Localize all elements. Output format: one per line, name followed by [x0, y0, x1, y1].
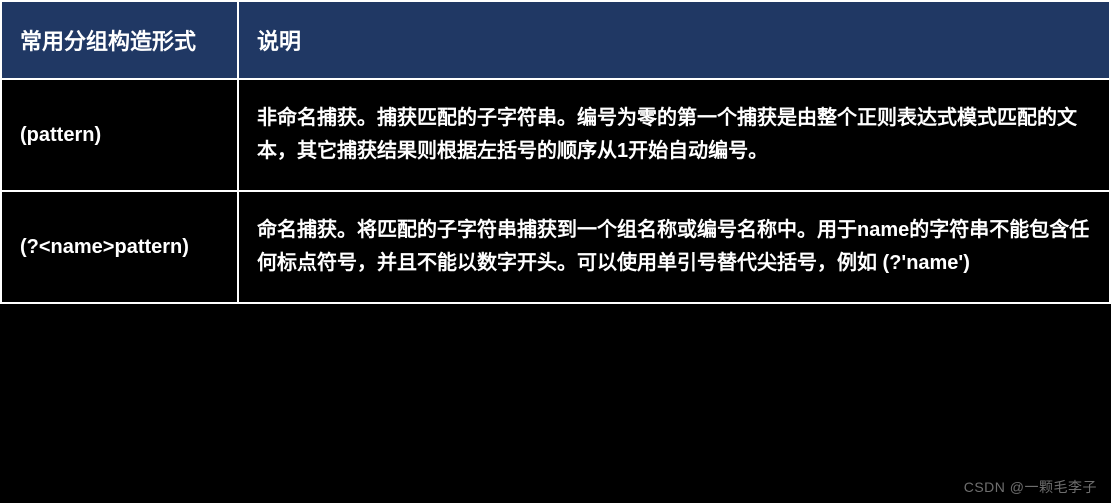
grouping-constructs-table: 常用分组构造形式 说明 (pattern) 非命名捕获。捕获匹配的子字符串。编号… — [0, 0, 1111, 304]
cell-form: (?<name>pattern) — [1, 191, 238, 303]
table-row: (pattern) 非命名捕获。捕获匹配的子字符串。编号为零的第一个捕获是由整个… — [1, 79, 1110, 191]
cell-desc: 命名捕获。将匹配的子字符串捕获到一个组名称或编号名称中。用于name的字符串不能… — [238, 191, 1110, 303]
cell-desc: 非命名捕获。捕获匹配的子字符串。编号为零的第一个捕获是由整个正则表达式模式匹配的… — [238, 79, 1110, 191]
header-desc: 说明 — [238, 1, 1110, 79]
header-form: 常用分组构造形式 — [1, 1, 238, 79]
cell-form: (pattern) — [1, 79, 238, 191]
table-header-row: 常用分组构造形式 说明 — [1, 1, 1110, 79]
watermark-text: CSDN @一颗毛李子 — [964, 477, 1097, 497]
table-row: (?<name>pattern) 命名捕获。将匹配的子字符串捕获到一个组名称或编… — [1, 191, 1110, 303]
